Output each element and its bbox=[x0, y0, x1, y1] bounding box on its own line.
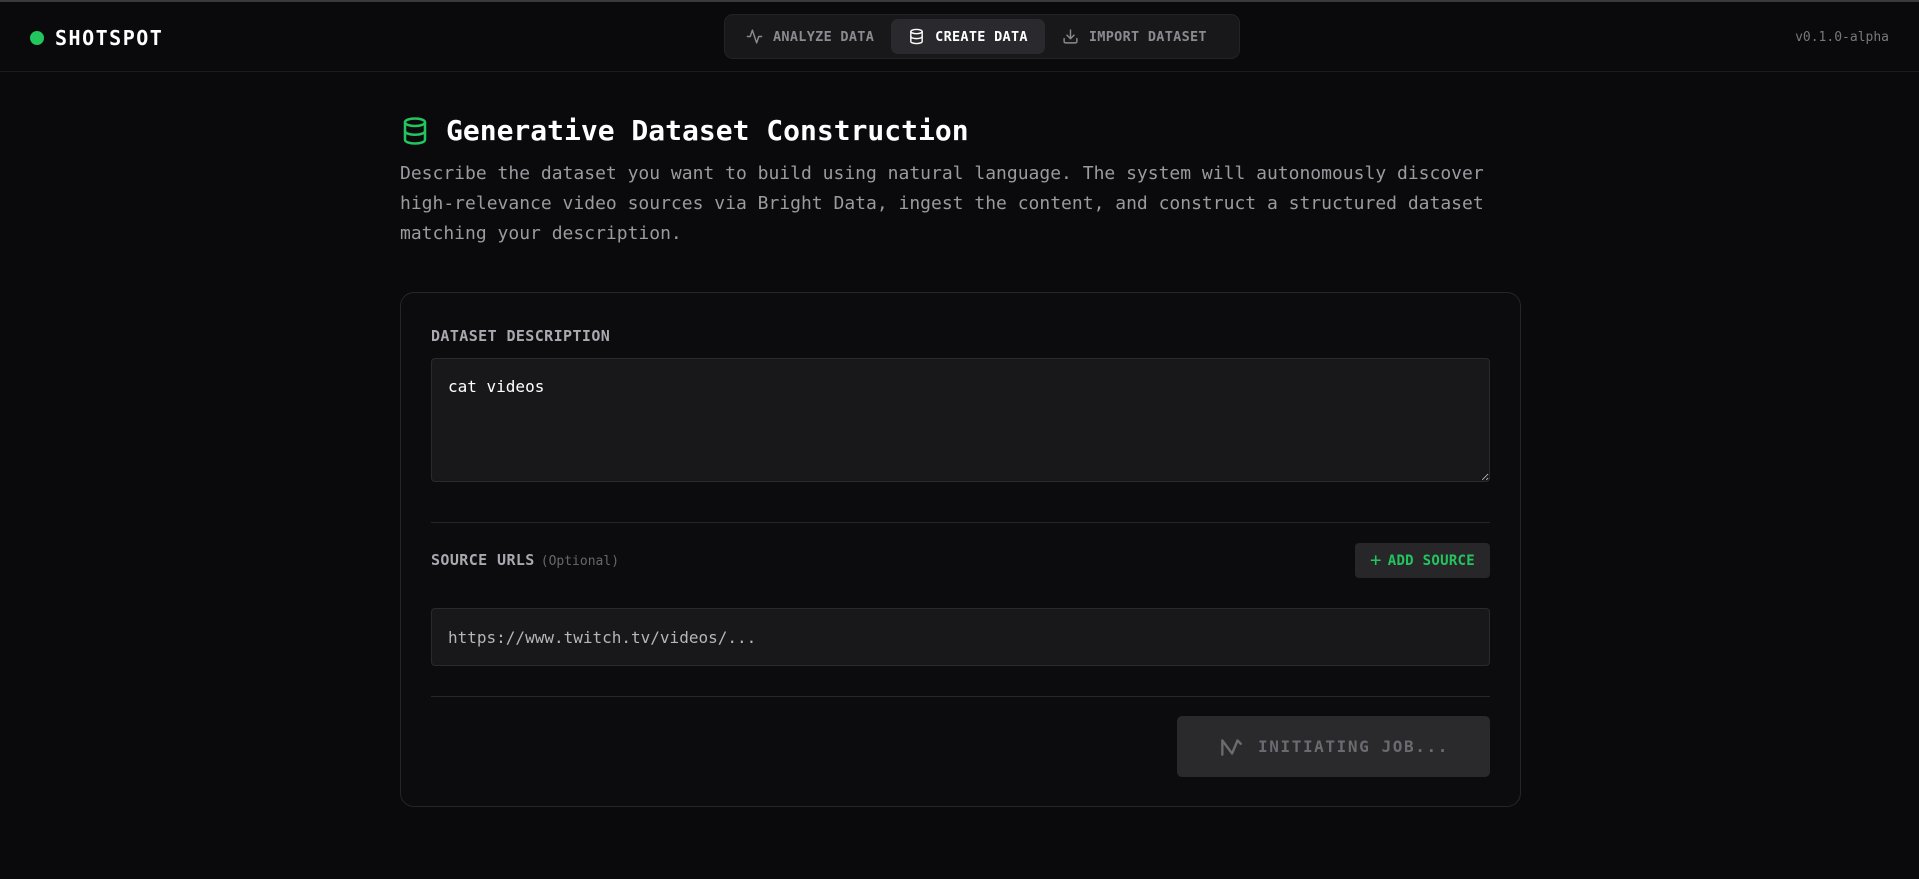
add-source-label: ADD SOURCE bbox=[1387, 552, 1476, 569]
brand-name: SHOTSPOT bbox=[55, 26, 164, 50]
database-icon bbox=[403, 116, 427, 145]
tab-import-dataset[interactable]: IMPORT DATASET bbox=[1045, 19, 1224, 54]
source-urls-label-text: SOURCE URLS bbox=[431, 551, 535, 569]
tab-label: IMPORT DATASET bbox=[1088, 28, 1207, 45]
submit-job-label: INITIATING JOB... bbox=[1258, 737, 1449, 756]
loader-icon bbox=[1221, 738, 1242, 756]
version-label: v0.1.0-alpha bbox=[1795, 30, 1889, 45]
tab-analyze-data[interactable]: ANALYZE DATA bbox=[729, 19, 891, 54]
page-title: Generative Dataset Construction bbox=[446, 114, 969, 147]
optional-hint: (Optional) bbox=[540, 554, 620, 569]
submit-job-button[interactable]: INITIATING JOB... bbox=[1177, 716, 1490, 777]
app-header: SHOTSPOT ANALYZE DATA CREATE DATA IMPORT… bbox=[0, 2, 1919, 72]
dataset-description-label: DATASET DESCRIPTION bbox=[431, 327, 611, 345]
title-row: Generative Dataset Construction bbox=[400, 114, 1520, 147]
tab-create-data[interactable]: CREATE DATA bbox=[891, 19, 1045, 54]
database-icon bbox=[910, 28, 924, 45]
source-urls-label: SOURCE URLS (Optional) bbox=[431, 551, 619, 569]
activity-icon bbox=[746, 29, 763, 44]
download-icon bbox=[1063, 29, 1078, 44]
status-dot-icon bbox=[30, 31, 44, 45]
dataset-description-input[interactable]: cat videos bbox=[431, 358, 1490, 482]
brand[interactable]: SHOTSPOT bbox=[30, 26, 163, 50]
plus-icon: + bbox=[1369, 549, 1382, 571]
tab-label: CREATE DATA bbox=[935, 28, 1028, 45]
divider bbox=[431, 696, 1490, 697]
main-tabs: ANALYZE DATA CREATE DATA IMPORT DATASET bbox=[724, 14, 1240, 59]
tab-label: ANALYZE DATA bbox=[773, 28, 875, 45]
page-description: Describe the dataset you want to build u… bbox=[400, 163, 1484, 244]
source-url-input[interactable] bbox=[431, 608, 1490, 666]
add-source-button[interactable]: + ADD SOURCE bbox=[1355, 543, 1490, 578]
page-header: Generative Dataset Construction Describe… bbox=[400, 114, 1520, 249]
divider bbox=[431, 522, 1490, 523]
dataset-form-card: DATASET DESCRIPTION cat videos SOURCE UR… bbox=[400, 292, 1521, 807]
